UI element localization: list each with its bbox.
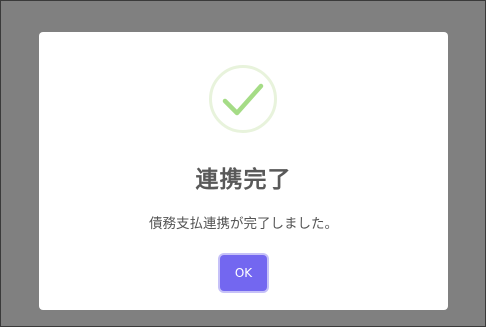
dialog-title: 連携完了 [195,167,292,193]
success-checkmark-icon [209,65,277,133]
success-icon-check [222,83,264,116]
success-dialog: 連携完了 債務支払連携が完了しました。 OK [39,32,448,310]
dialog-message: 債務支払連携が完了しました。 [149,216,338,232]
success-icon-ring [209,65,277,133]
ok-button[interactable]: OK [220,255,267,291]
modal-overlay: 連携完了 債務支払連携が完了しました。 OK [0,0,486,327]
